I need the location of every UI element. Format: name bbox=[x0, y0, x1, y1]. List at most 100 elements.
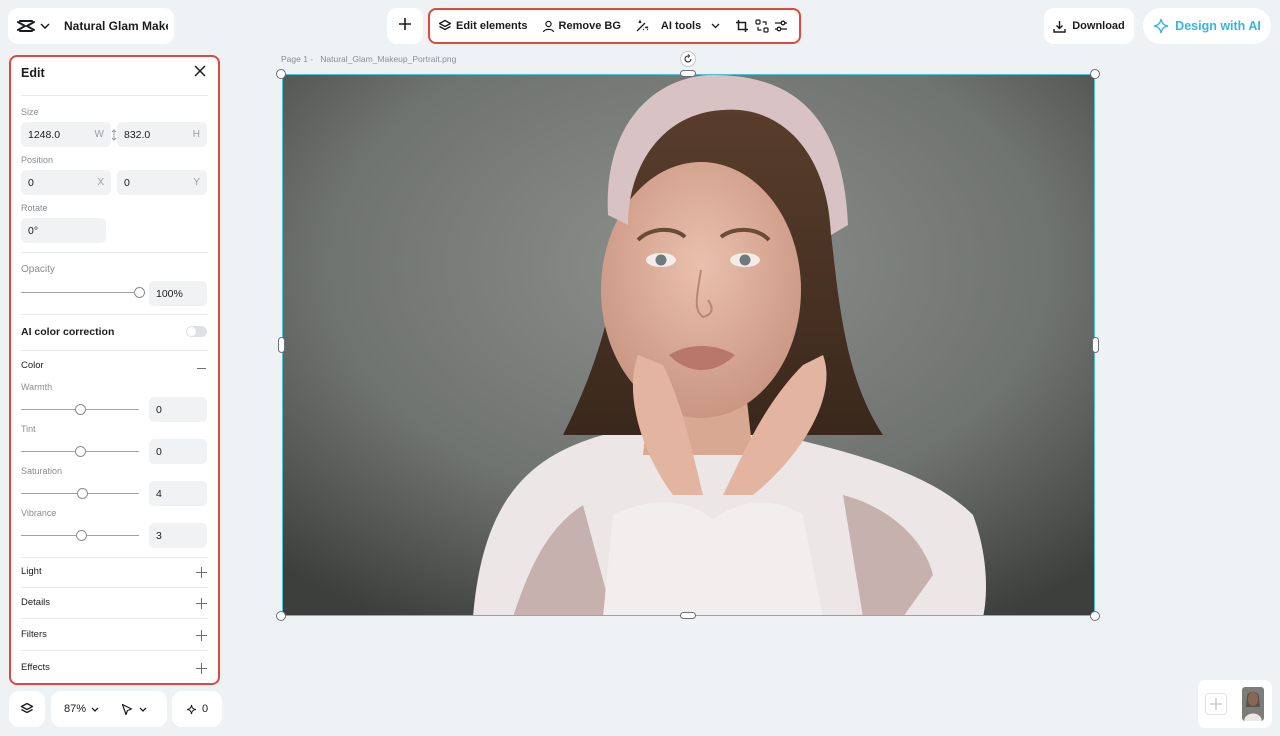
magic-brush-icon bbox=[636, 19, 649, 32]
divider bbox=[21, 314, 208, 315]
section-filters[interactable]: Filters bbox=[21, 629, 47, 640]
ai-credits-button[interactable]: 0 bbox=[172, 691, 222, 727]
chevron-down-icon bbox=[91, 707, 99, 712]
ai-tools-label: AI tools bbox=[660, 20, 702, 32]
pages-panel bbox=[1198, 680, 1272, 728]
position-y-input[interactable]: 0 Y bbox=[117, 170, 207, 195]
rotate-label: Rotate bbox=[21, 203, 48, 213]
chevron-down-icon[interactable] bbox=[40, 19, 54, 33]
resize-handle-bottom[interactable] bbox=[680, 612, 696, 619]
divider bbox=[21, 557, 208, 558]
color-slider-value: 0 bbox=[156, 445, 162, 458]
add-page-button[interactable] bbox=[1205, 693, 1227, 715]
size-label: Size bbox=[21, 107, 39, 117]
position-y-value: 0 bbox=[124, 176, 130, 189]
sliders-icon bbox=[775, 20, 788, 32]
edit-panel: Edit Size 1248.0 W 832.0 H Position 0 X … bbox=[9, 55, 220, 685]
divider bbox=[21, 618, 208, 619]
plus-icon bbox=[1210, 698, 1222, 710]
resize-handle-top-left[interactable] bbox=[276, 69, 286, 79]
opacity-slider-knob[interactable] bbox=[133, 287, 145, 298]
resize-handle-right[interactable] bbox=[1092, 337, 1099, 353]
layers-button[interactable] bbox=[9, 691, 45, 727]
design-with-ai-button[interactable]: Design with AI bbox=[1143, 8, 1271, 44]
divider bbox=[21, 95, 208, 96]
crop-button[interactable] bbox=[732, 13, 752, 39]
download-icon bbox=[1053, 20, 1066, 33]
resize-handle-bottom-left[interactable] bbox=[276, 611, 286, 621]
section-effects[interactable]: Effects bbox=[21, 662, 50, 673]
design-with-ai-label: Design with AI bbox=[1175, 19, 1261, 33]
height-input[interactable]: 832.0 H bbox=[117, 122, 207, 147]
color-slider-label: Warmth bbox=[21, 382, 53, 392]
pointer-icon[interactable] bbox=[121, 703, 133, 716]
resize-handle-top[interactable] bbox=[680, 70, 696, 77]
ai-tools-button[interactable]: AI tools bbox=[635, 13, 724, 39]
rotate-handle-icon[interactable] bbox=[680, 51, 696, 67]
toggle-knob bbox=[187, 327, 196, 336]
color-slider-knob[interactable] bbox=[76, 530, 88, 541]
swap-button[interactable] bbox=[752, 13, 772, 39]
color-slider-input[interactable]: 0 bbox=[149, 439, 207, 464]
sparkle-icon bbox=[186, 704, 197, 714]
add-button[interactable] bbox=[387, 8, 423, 44]
page-number: Page 1 - bbox=[281, 54, 314, 64]
plus-icon[interactable] bbox=[196, 565, 207, 583]
edit-panel-header: Edit bbox=[11, 57, 218, 89]
edit-elements-label: Edit elements bbox=[456, 20, 528, 32]
section-light[interactable]: Light bbox=[21, 566, 42, 577]
position-label: Position bbox=[21, 155, 54, 165]
chevron-down-icon bbox=[711, 23, 720, 29]
section-details[interactable]: Details bbox=[21, 597, 50, 608]
color-slider-value: 3 bbox=[156, 529, 162, 542]
color-slider-input[interactable]: 0 bbox=[149, 397, 207, 422]
resize-handle-top-right[interactable] bbox=[1090, 69, 1100, 79]
divider bbox=[21, 650, 208, 651]
project-name[interactable]: Natural Glam Make... bbox=[64, 19, 168, 33]
remove-bg-label: Remove BG bbox=[558, 20, 621, 32]
position-x-input[interactable]: 0 X bbox=[21, 170, 111, 195]
page-thumbnail[interactable] bbox=[1242, 687, 1264, 721]
width-input[interactable]: 1248.0 W bbox=[21, 122, 111, 147]
canvas-image[interactable] bbox=[282, 74, 1095, 616]
rotate-input[interactable]: 0° bbox=[21, 218, 106, 243]
opacity-input[interactable]: 100% bbox=[149, 281, 207, 306]
height-value: 832.0 bbox=[124, 128, 151, 141]
layers-icon bbox=[20, 702, 34, 714]
image-toolbar: Edit elements Remove BG AI tools bbox=[428, 8, 801, 44]
width-suffix: W bbox=[94, 129, 104, 140]
layers-icon bbox=[438, 19, 452, 31]
page-label: Page 1 - Natural_Glam_Makeup_Portrait.pn… bbox=[281, 54, 456, 64]
opacity-label: Opacity bbox=[21, 264, 55, 275]
color-section-title: Color bbox=[21, 360, 44, 371]
width-value: 1248.0 bbox=[28, 128, 61, 141]
minus-icon[interactable] bbox=[197, 360, 206, 378]
portrait-photo bbox=[283, 75, 1094, 615]
remove-bg-button[interactable]: Remove BG bbox=[542, 13, 621, 39]
adjust-button[interactable] bbox=[771, 13, 791, 39]
position-x-suffix: X bbox=[97, 177, 104, 188]
file-name[interactable]: Natural_Glam_Makeup_Portrait.png bbox=[320, 54, 456, 64]
color-slider-input[interactable]: 3 bbox=[149, 523, 207, 548]
project-menu[interactable]: Natural Glam Make... bbox=[8, 8, 174, 44]
resize-handle-bottom-right[interactable] bbox=[1090, 611, 1100, 621]
chevron-down-icon bbox=[139, 707, 147, 712]
edit-panel-title: Edit bbox=[21, 66, 45, 80]
plus-icon[interactable] bbox=[196, 596, 207, 614]
plus-icon[interactable] bbox=[196, 628, 207, 646]
close-icon[interactable] bbox=[194, 64, 206, 82]
edit-elements-button[interactable]: Edit elements bbox=[438, 13, 528, 39]
opacity-slider-track[interactable] bbox=[21, 292, 139, 293]
ai-credits-count: 0 bbox=[201, 703, 209, 715]
zoom-control[interactable]: 87% bbox=[51, 691, 167, 727]
ai-color-correction-toggle[interactable] bbox=[186, 326, 207, 337]
color-slider-knob[interactable] bbox=[74, 446, 86, 457]
color-slider-knob[interactable] bbox=[76, 488, 88, 499]
download-button[interactable]: Download bbox=[1044, 8, 1134, 44]
resize-handle-left[interactable] bbox=[278, 337, 285, 353]
color-slider-input[interactable]: 4 bbox=[149, 481, 207, 506]
color-slider-knob[interactable] bbox=[74, 404, 86, 415]
opacity-value: 100% bbox=[156, 287, 183, 300]
plus-icon[interactable] bbox=[196, 661, 207, 679]
position-y-suffix: Y bbox=[193, 177, 200, 188]
